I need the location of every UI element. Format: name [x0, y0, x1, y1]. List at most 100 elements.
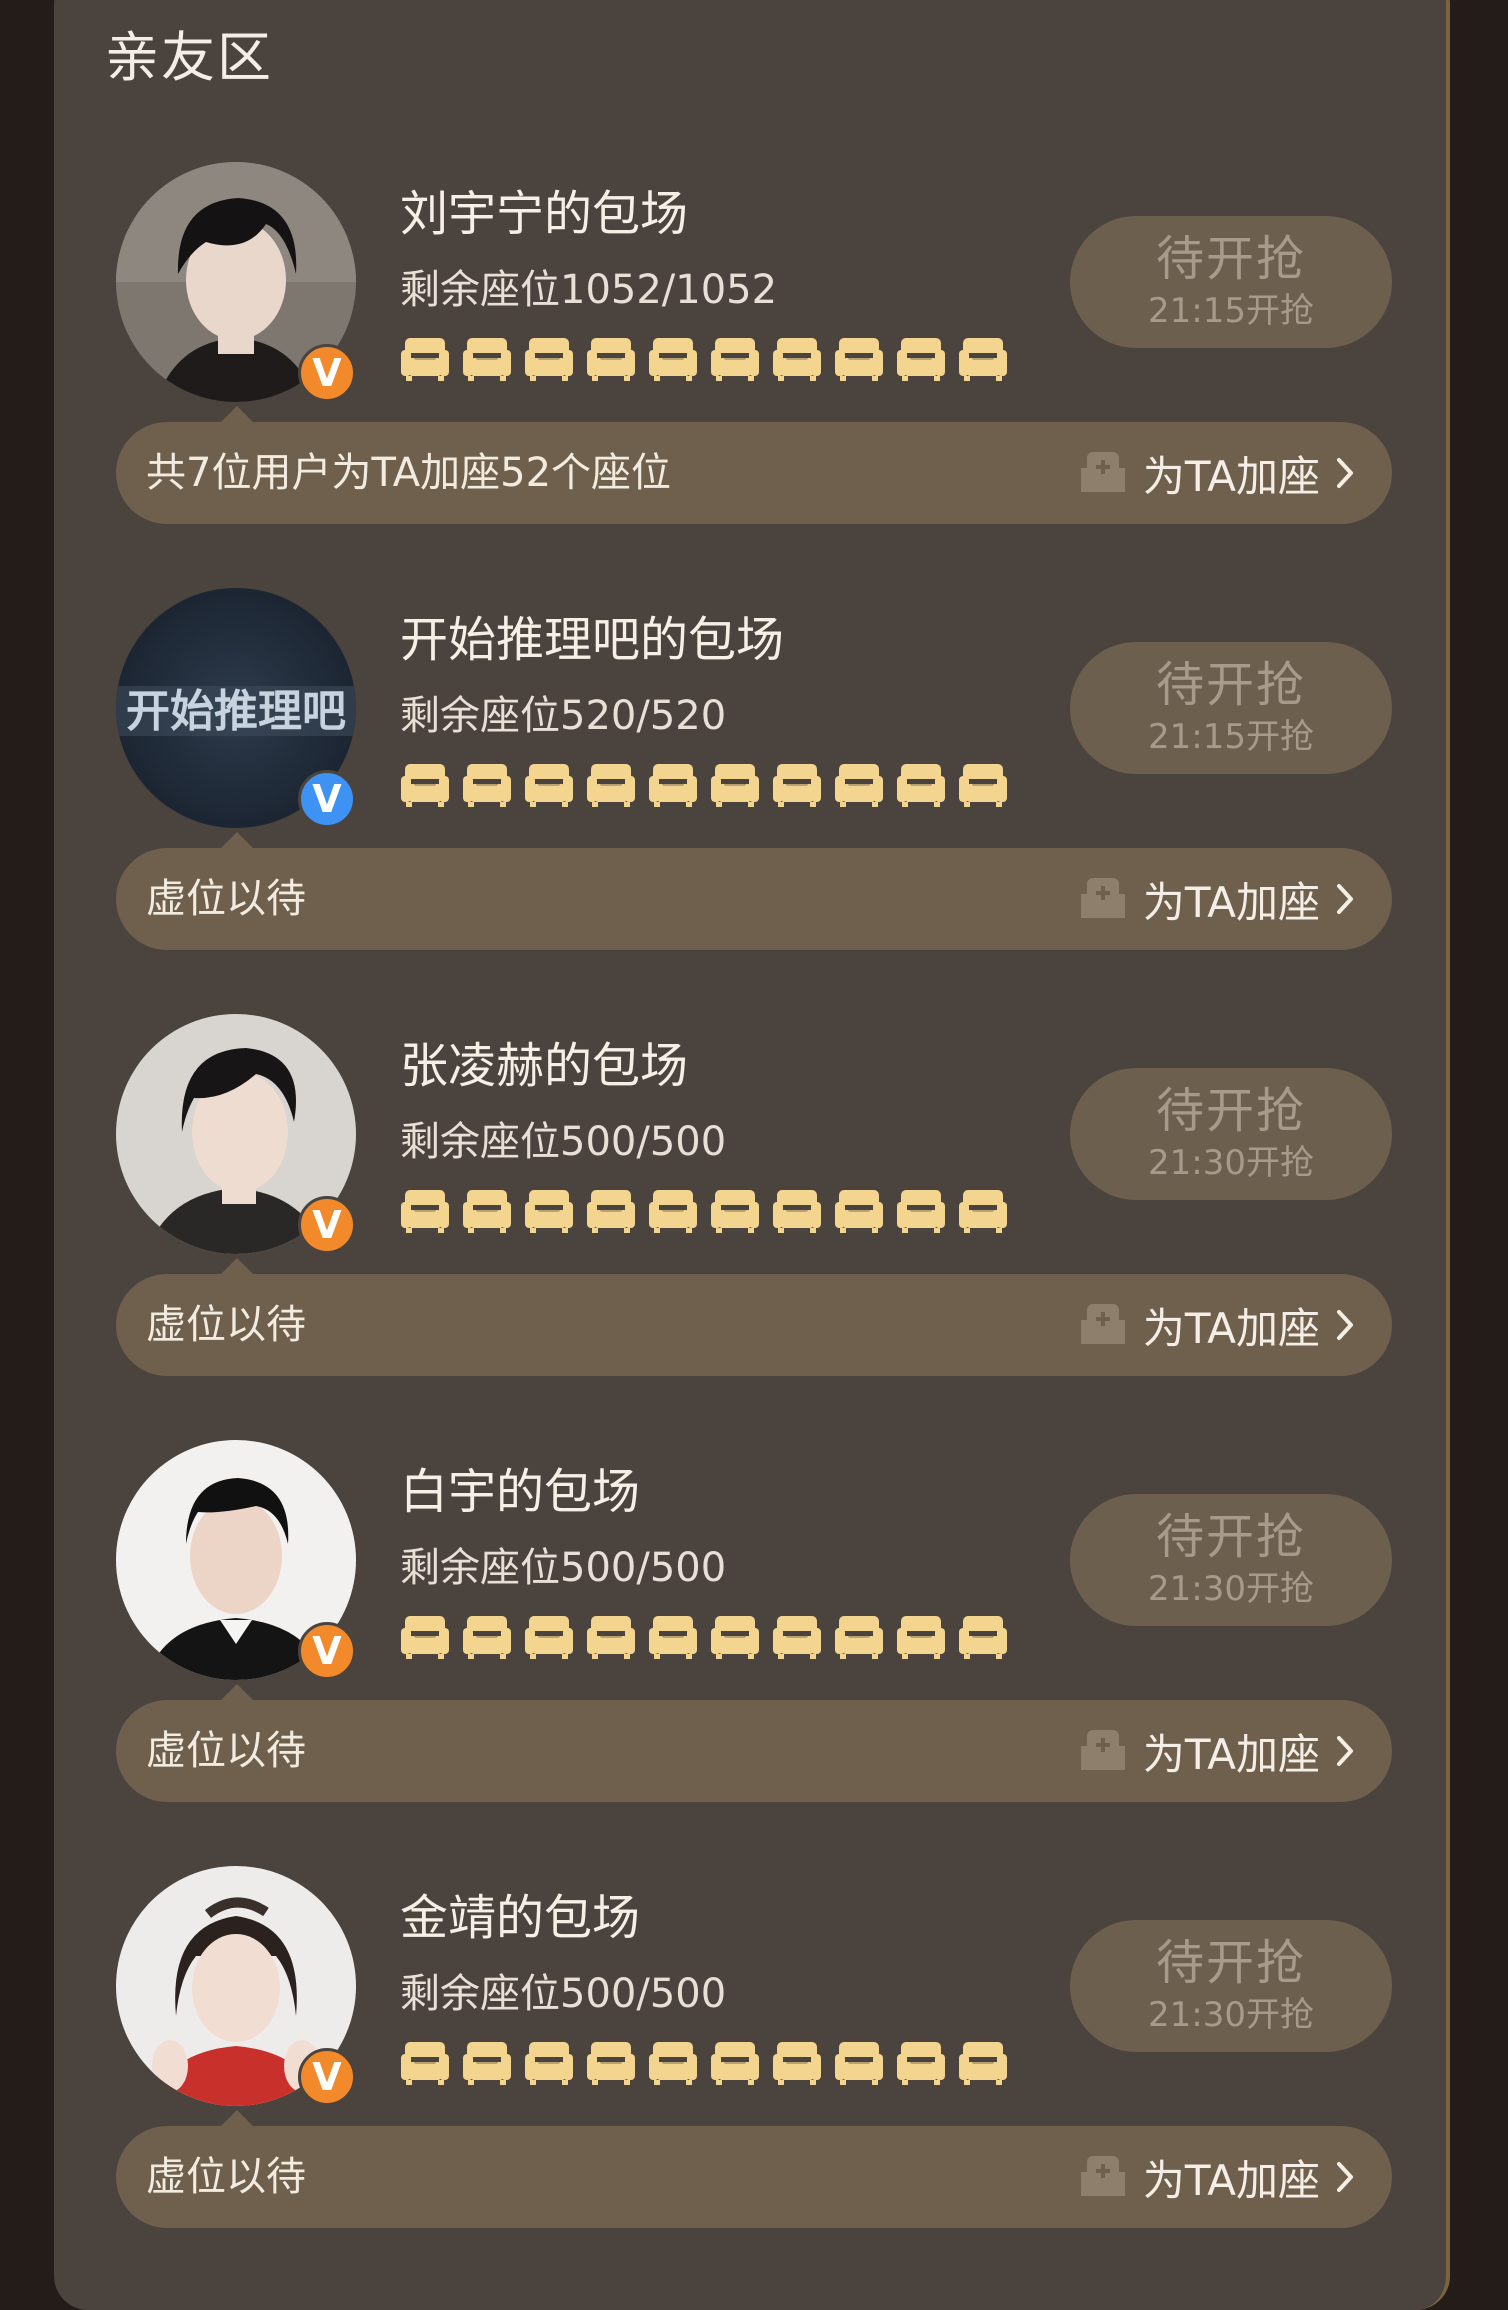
- seat-icon: [773, 2042, 821, 2085]
- chevron-right-icon: [1337, 884, 1353, 914]
- seat-icon: [587, 764, 635, 807]
- seat-icon: [587, 338, 635, 381]
- private-screening-card: V 刘宇宁的包场 剩余座位1052/1052 待开抢 21:15开抢 共7位用户…: [0, 162, 1508, 582]
- seat-icon: [711, 2042, 759, 2085]
- seat-icon: [897, 1616, 945, 1659]
- private-screening-card: 开始推理吧 V 开始推理吧的包场 剩余座位520/520 待开抢 21:15开抢…: [0, 588, 1508, 1008]
- seat-icon: [649, 764, 697, 807]
- seat-icon: [463, 338, 511, 381]
- seat-icon: [525, 2042, 573, 2085]
- add-seat-link[interactable]: 为TA加座: [1077, 422, 1356, 524]
- bubble-pointer: [221, 1684, 253, 1700]
- grab-button[interactable]: 待开抢 21:15开抢: [1070, 642, 1392, 774]
- seat-icon: [463, 1190, 511, 1233]
- seat-icon: [401, 764, 449, 807]
- screening-title: 开始推理吧的包场: [400, 612, 785, 668]
- grab-button[interactable]: 待开抢 21:15开抢: [1070, 216, 1392, 348]
- grab-time: 21:15开抢: [1148, 717, 1314, 757]
- grab-status: 待开抢: [1155, 1083, 1306, 1139]
- add-seat-label: 为TA加座: [1142, 877, 1320, 927]
- seat-icon: [711, 1616, 759, 1659]
- seat-icon: [835, 764, 883, 807]
- bubble-pointer: [221, 2110, 253, 2126]
- avatar-logo-text: 开始推理吧: [126, 686, 346, 737]
- grab-status: 待开抢: [1155, 231, 1306, 287]
- seat-icon: [835, 2042, 883, 2085]
- add-seat-icon: [1080, 1730, 1125, 1770]
- support-bar[interactable]: 虚位以待 为TA加座: [116, 1274, 1392, 1376]
- support-text: 虚位以待: [146, 1728, 306, 1774]
- private-screening-card: V 张凌赫的包场 剩余座位500/500 待开抢 21:30开抢 虚位以待 为T…: [0, 1014, 1508, 1434]
- screening-title: 刘宇宁的包场: [400, 186, 689, 242]
- add-seat-link[interactable]: 为TA加座: [1077, 1274, 1356, 1376]
- seat-icon: [649, 1616, 697, 1659]
- grab-time: 21:30开抢: [1148, 1995, 1314, 2035]
- seat-icon: [711, 338, 759, 381]
- add-seat-link[interactable]: 为TA加座: [1077, 848, 1356, 950]
- seat-icon: [835, 338, 883, 381]
- remaining-seats: 剩余座位500/500: [400, 1971, 727, 2017]
- seat-icon: [835, 1190, 883, 1233]
- seat-icon: [959, 1190, 1007, 1233]
- support-bar[interactable]: 共7位用户为TA加座52个座位 为TA加座: [116, 422, 1392, 524]
- seat-icon: [711, 764, 759, 807]
- seat-icon: [897, 764, 945, 807]
- add-seat-label: 为TA加座: [1142, 1729, 1320, 1779]
- remaining-seats: 剩余座位1052/1052: [400, 267, 778, 313]
- add-seat-icon: [1080, 452, 1125, 492]
- grab-status: 待开抢: [1155, 1509, 1306, 1565]
- seat-icon: [959, 1616, 1007, 1659]
- add-seat-label: 为TA加座: [1142, 451, 1320, 501]
- grab-button[interactable]: 待开抢 21:30开抢: [1070, 1494, 1392, 1626]
- grab-button[interactable]: 待开抢 21:30开抢: [1070, 1920, 1392, 2052]
- seat-icon: [525, 1190, 573, 1233]
- remaining-seats: 剩余座位500/500: [400, 1545, 727, 1591]
- seat-icon: [649, 1190, 697, 1233]
- seat-icon: [773, 338, 821, 381]
- seat-icon: [525, 764, 573, 807]
- grab-status: 待开抢: [1155, 657, 1306, 713]
- grab-time: 21:15开抢: [1148, 291, 1314, 331]
- chevron-right-icon: [1337, 458, 1353, 488]
- private-screening-card: V 金靖的包场 剩余座位500/500 待开抢 21:30开抢 虚位以待 为TA…: [0, 1866, 1508, 2286]
- seat-icon: [525, 1616, 573, 1659]
- bubble-pointer: [221, 832, 253, 848]
- v-verified-icon: V: [298, 2048, 356, 2106]
- seat-icon: [463, 764, 511, 807]
- support-text: 虚位以待: [146, 876, 306, 922]
- add-seat-link[interactable]: 为TA加座: [1077, 2126, 1356, 2228]
- seat-icon: [773, 1616, 821, 1659]
- chevron-right-icon: [1337, 2162, 1353, 2192]
- add-seat-link[interactable]: 为TA加座: [1077, 1700, 1356, 1802]
- section-title: 亲友区: [105, 26, 273, 89]
- seat-icon: [587, 2042, 635, 2085]
- screening-title: 白宇的包场: [400, 1464, 641, 1520]
- seat-icon: [959, 764, 1007, 807]
- seat-icon: [773, 764, 821, 807]
- v-verified-icon: V: [298, 770, 356, 828]
- add-seat-icon: [1080, 2156, 1125, 2196]
- seat-icon: [835, 1616, 883, 1659]
- support-bar[interactable]: 虚位以待 为TA加座: [116, 848, 1392, 950]
- seat-icon: [525, 338, 573, 381]
- add-seat-icon: [1080, 878, 1125, 918]
- screening-title: 金靖的包场: [400, 1890, 641, 1946]
- seat-icon: [463, 2042, 511, 2085]
- support-text: 共7位用户为TA加座52个座位: [146, 450, 672, 496]
- seat-icon: [401, 2042, 449, 2085]
- grab-time: 21:30开抢: [1148, 1569, 1314, 1609]
- support-text: 虚位以待: [146, 2154, 306, 2200]
- seat-icon: [897, 2042, 945, 2085]
- private-screening-card: V 白宇的包场 剩余座位500/500 待开抢 21:30开抢 虚位以待 为TA…: [0, 1440, 1508, 1860]
- grab-status: 待开抢: [1155, 1935, 1306, 1991]
- grab-time: 21:30开抢: [1148, 1143, 1314, 1183]
- seat-icon: [959, 2042, 1007, 2085]
- support-bar[interactable]: 虚位以待 为TA加座: [116, 2126, 1392, 2228]
- grab-button[interactable]: 待开抢 21:30开抢: [1070, 1068, 1392, 1200]
- v-verified-icon: V: [298, 1622, 356, 1680]
- add-seat-label: 为TA加座: [1142, 2155, 1320, 2205]
- support-bar[interactable]: 虚位以待 为TA加座: [116, 1700, 1392, 1802]
- seat-icon: [401, 338, 449, 381]
- remaining-seats: 剩余座位520/520: [400, 693, 727, 739]
- remaining-seats: 剩余座位500/500: [400, 1119, 727, 1165]
